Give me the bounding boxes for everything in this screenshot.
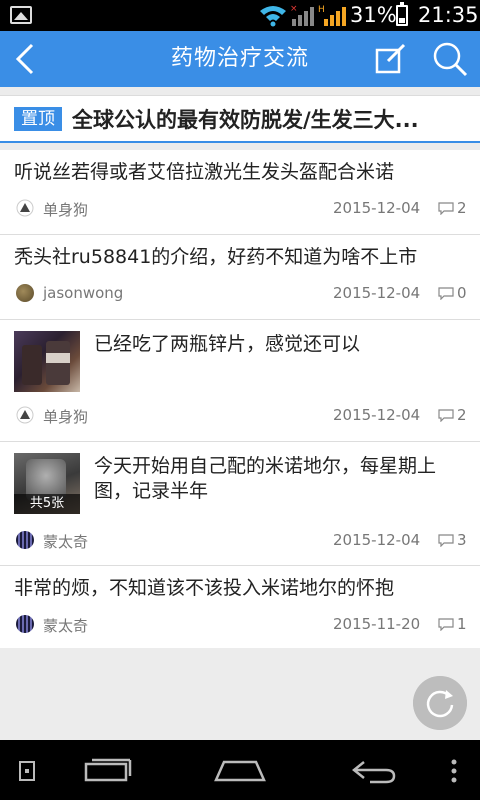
wifi-icon [260,6,286,27]
post-author: 单身狗 [43,201,89,219]
author-avatar [16,284,34,302]
post-title: 听说丝若得或者艾倍拉激光生发头盔配合米诺 [14,161,395,183]
author-avatar [16,406,34,424]
back-nav-icon[interactable] [350,758,398,784]
post-author: 蒙太奇 [43,533,89,551]
image-count-caption: 共5张 [14,494,80,514]
multitask-icon[interactable] [84,758,132,782]
post-date: 2015-12-04 [333,406,421,424]
post-date: 2015-12-04 [333,531,421,549]
post-item[interactable]: 共5张 今天开始用自己配的米诺地尔，每星期上 图，记录半年 蒙太奇 2015-1… [0,442,480,566]
post-item[interactable]: 已经吃了两瓶锌片，感觉还可以 单身狗 2015-12-04 2 [0,320,480,442]
pinned-post[interactable]: 置顶 全球公认的最有效防脱发/生发三大... [0,95,480,143]
post-item[interactable]: 听说丝若得或者艾倍拉激光生发头盔配合米诺 单身狗 2015-12-04 2 [0,150,480,235]
post-title: 秃头社ru58841的介绍，好药不知道为啥不上市 [14,246,418,268]
comment-count: 0 [457,284,467,302]
signal-strength-icon: × [290,4,314,26]
post-item[interactable]: 秃头社ru58841的介绍，好药不知道为啥不上市 jasonwong 2015-… [0,235,480,320]
cellular-data-icon: H [318,5,346,26]
author-avatar [16,615,34,633]
network-type-label: H [318,5,325,15]
comment-icon [438,202,454,215]
post-author: 单身狗 [43,408,89,426]
comment-count: 2 [457,406,467,424]
pinned-post-title: 全球公认的最有效防脱发/生发三大... [72,108,419,132]
refresh-button[interactable] [413,676,467,730]
post-title-line-2: 图，记录半年 [94,480,209,502]
post-title-line-1: 今天开始用自己配的米诺地尔，每星期上 [94,455,437,477]
post-list: 听说丝若得或者艾倍拉激光生发头盔配合米诺 单身狗 2015-12-04 2 秃头… [0,150,480,648]
battery-icon [396,2,408,26]
post-date: 2015-12-04 [333,199,421,217]
comment-icon [438,618,454,631]
pinned-badge: 置顶 [14,107,62,131]
gallery-notification-icon [10,6,32,24]
battery-percent: 31% [350,3,397,27]
comment-count: 3 [457,531,467,549]
status-bar: × H 31% 21:35 [0,0,480,31]
home-icon[interactable] [214,758,266,782]
post-date: 2015-11-20 [333,615,421,633]
comment-icon [438,409,454,422]
post-thumbnail: 共5张 [14,453,80,514]
back-arrow-icon[interactable] [6,39,46,79]
post-date: 2015-12-04 [333,284,421,302]
status-time: 21:35 [418,3,479,27]
compose-icon[interactable] [372,41,408,77]
menu-dots-icon[interactable] [450,758,458,784]
comment-count: 1 [457,615,467,633]
app-bar: 药物治疗交流 [0,31,480,87]
post-title: 非常的烦，不知道该不该投入米诺地尔的怀抱 [14,577,395,599]
post-thumbnail [14,331,80,392]
search-icon[interactable] [430,39,470,79]
comment-icon [438,287,454,300]
author-avatar [16,199,34,217]
post-author: jasonwong [43,284,124,302]
post-title: 已经吃了两瓶锌片，感觉还可以 [94,333,361,355]
page-title: 药物治疗交流 [170,46,309,71]
author-avatar [16,531,34,549]
recent-apps-icon[interactable] [18,760,36,782]
comment-count: 2 [457,199,467,217]
svg-text:×: × [290,4,298,14]
post-author: 蒙太奇 [43,617,89,635]
comment-icon [438,534,454,547]
post-item[interactable]: 非常的烦，不知道该不该投入米诺地尔的怀抱 蒙太奇 2015-11-20 1 [0,566,480,648]
system-nav-bar [0,740,480,800]
